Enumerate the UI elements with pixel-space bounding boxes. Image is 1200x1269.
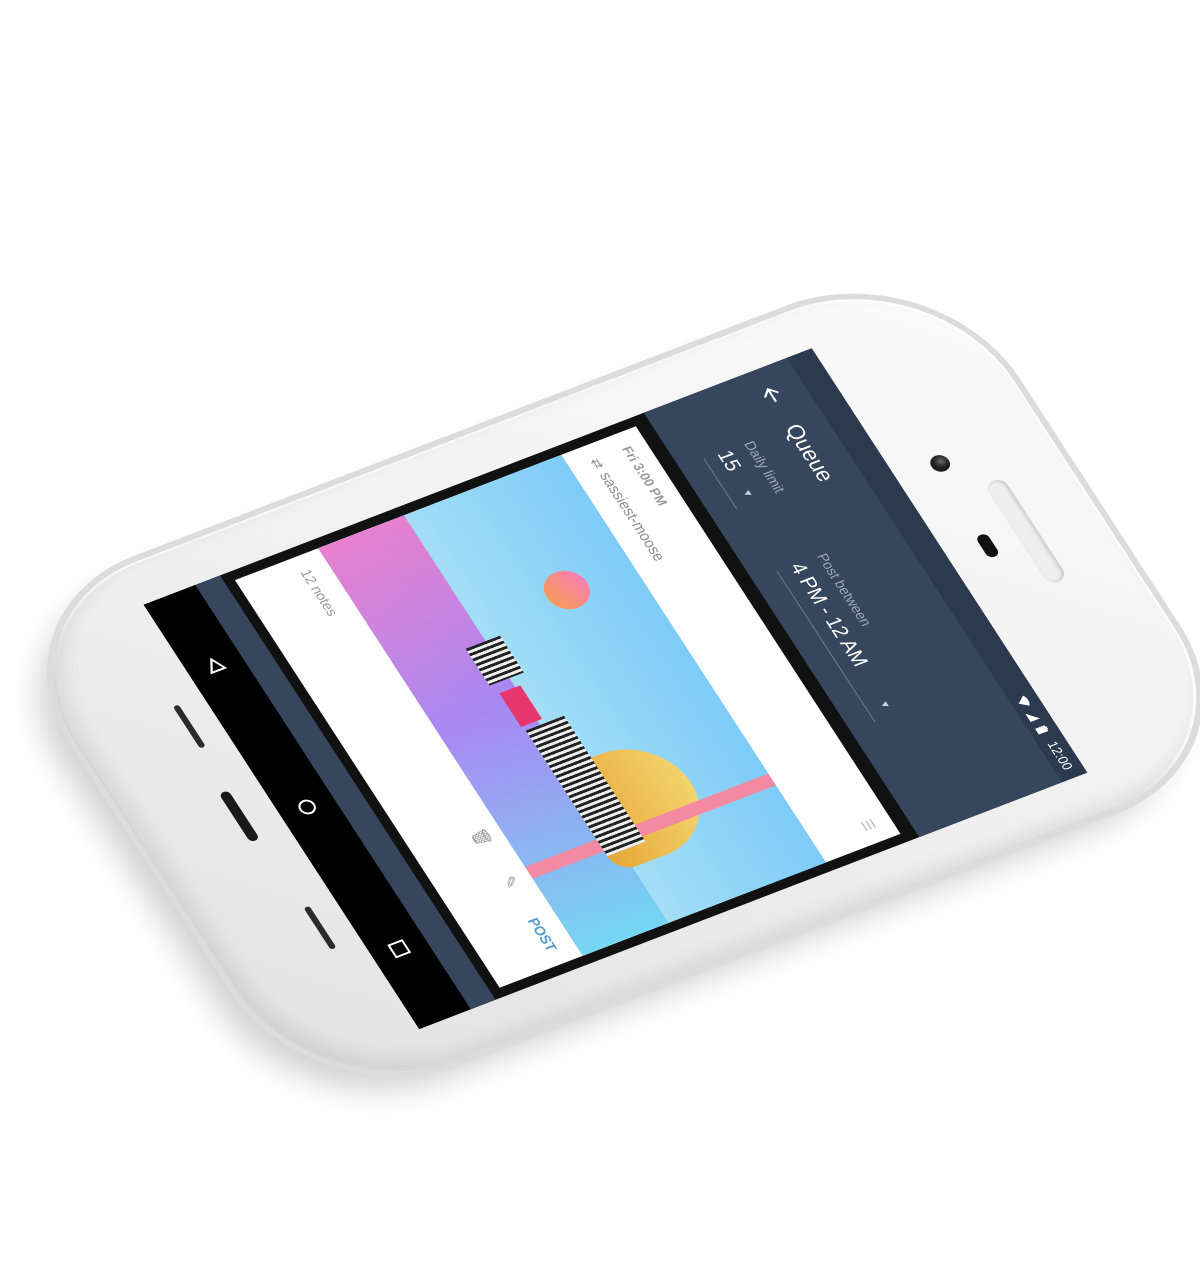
battery-icon (1035, 725, 1052, 737)
daily-limit-dropdown-icon[interactable]: ▼ (739, 487, 755, 499)
daily-limit-label: Daily limit (740, 438, 789, 495)
daily-limit-value[interactable]: 15 (711, 448, 745, 475)
mockup-stage: 12:00 Queue Daily limit 15 ▼ Post betwee… (0, 0, 1200, 1269)
back-arrow-icon[interactable] (750, 383, 788, 410)
reblog-icon: ⇄ (587, 456, 608, 471)
nav-recents-square-icon[interactable] (369, 924, 429, 972)
signal-icon (1025, 710, 1042, 723)
drag-handle-icon[interactable]: ☰ (856, 817, 879, 834)
trash-icon[interactable]: 🗑 (466, 825, 496, 849)
post-between-dropdown-icon[interactable]: ▼ (876, 699, 892, 711)
pencil-icon[interactable]: ✎ (497, 873, 523, 892)
nav-home-circle-icon[interactable] (277, 783, 337, 831)
wifi-icon (1018, 695, 1033, 707)
post-button[interactable]: POST (525, 916, 561, 954)
phone-device: 12:00 Queue Daily limit 15 ▼ Post betwee… (0, 248, 1200, 1122)
sun-shape (535, 564, 599, 616)
page-title: Queue (779, 420, 840, 486)
nav-back-triangle-icon[interactable] (185, 641, 245, 689)
